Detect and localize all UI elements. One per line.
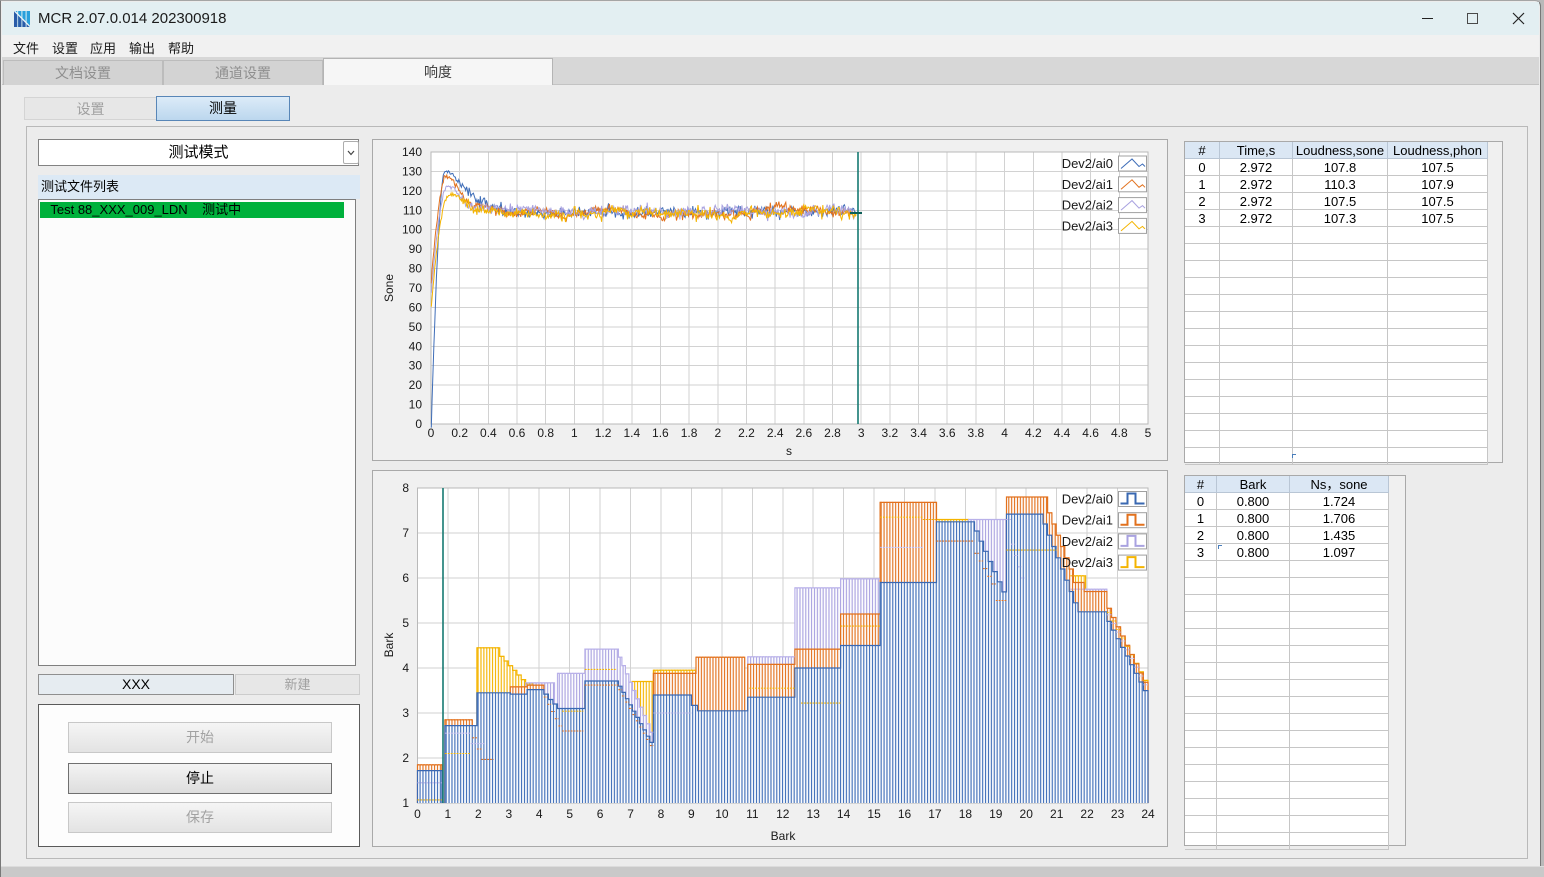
svg-text:8: 8 — [658, 807, 665, 821]
svg-text:7: 7 — [402, 526, 409, 540]
svg-text:4: 4 — [1001, 426, 1008, 440]
svg-text:20: 20 — [1020, 807, 1034, 821]
svg-text:140: 140 — [402, 145, 422, 159]
svg-text:2: 2 — [475, 807, 482, 821]
svg-text:13: 13 — [807, 807, 821, 821]
svg-text:21: 21 — [1050, 807, 1064, 821]
svg-text:2.2: 2.2 — [738, 426, 755, 440]
svg-text:1: 1 — [402, 796, 409, 810]
svg-text:Dev2/ai0: Dev2/ai0 — [1062, 156, 1113, 171]
svg-text:0: 0 — [428, 426, 435, 440]
svg-text:s: s — [786, 444, 792, 458]
svg-text:4: 4 — [402, 661, 409, 675]
svg-text:Dev2/ai2: Dev2/ai2 — [1062, 534, 1113, 549]
svg-text:20: 20 — [409, 378, 423, 392]
svg-text:7: 7 — [627, 807, 634, 821]
svg-text:2.6: 2.6 — [795, 426, 812, 440]
svg-text:Dev2/ai3: Dev2/ai3 — [1062, 218, 1113, 233]
svg-text:1.8: 1.8 — [681, 426, 698, 440]
svg-text:90: 90 — [409, 242, 423, 256]
svg-text:60: 60 — [409, 300, 423, 314]
svg-text:15: 15 — [867, 807, 881, 821]
svg-text:Sone: Sone — [382, 274, 396, 302]
svg-text:1: 1 — [445, 807, 452, 821]
svg-text:12: 12 — [776, 807, 790, 821]
svg-text:1.6: 1.6 — [652, 426, 669, 440]
svg-text:Dev2/ai1: Dev2/ai1 — [1062, 177, 1113, 192]
svg-text:0: 0 — [415, 417, 422, 431]
svg-text:24: 24 — [1141, 807, 1155, 821]
svg-text:0.2: 0.2 — [451, 426, 468, 440]
svg-text:1: 1 — [571, 426, 578, 440]
svg-text:4.8: 4.8 — [1111, 426, 1128, 440]
svg-text:70: 70 — [409, 281, 423, 295]
svg-text:9: 9 — [688, 807, 695, 821]
svg-text:130: 130 — [402, 164, 422, 178]
svg-text:Dev2/ai3: Dev2/ai3 — [1062, 555, 1113, 570]
svg-text:3.4: 3.4 — [910, 426, 927, 440]
svg-text:22: 22 — [1080, 807, 1094, 821]
svg-text:Dev2/ai1: Dev2/ai1 — [1062, 513, 1113, 528]
svg-text:14: 14 — [837, 807, 851, 821]
svg-text:1.4: 1.4 — [623, 426, 640, 440]
svg-text:3: 3 — [505, 807, 512, 821]
svg-text:50: 50 — [409, 320, 423, 334]
svg-text:0.4: 0.4 — [480, 426, 497, 440]
svg-text:4.4: 4.4 — [1054, 426, 1071, 440]
svg-text:3: 3 — [858, 426, 865, 440]
svg-text:8: 8 — [402, 481, 409, 495]
svg-text:3.6: 3.6 — [939, 426, 956, 440]
svg-text:3: 3 — [402, 706, 409, 720]
svg-text:2.8: 2.8 — [824, 426, 841, 440]
svg-text:4.6: 4.6 — [1082, 426, 1099, 440]
svg-text:3.2: 3.2 — [882, 426, 899, 440]
svg-text:1.2: 1.2 — [595, 426, 612, 440]
svg-text:11: 11 — [746, 807, 759, 821]
svg-text:Dev2/ai0: Dev2/ai0 — [1062, 492, 1113, 507]
svg-text:100: 100 — [402, 223, 422, 237]
svg-text:18: 18 — [959, 807, 973, 821]
svg-text:2: 2 — [402, 751, 409, 765]
svg-text:10: 10 — [715, 807, 729, 821]
svg-text:30: 30 — [409, 359, 423, 373]
svg-text:Bark: Bark — [382, 632, 396, 658]
svg-text:5: 5 — [402, 616, 409, 630]
svg-text:120: 120 — [402, 184, 422, 198]
svg-text:16: 16 — [898, 807, 912, 821]
svg-text:0.8: 0.8 — [537, 426, 554, 440]
svg-text:40: 40 — [409, 339, 423, 353]
svg-text:4.2: 4.2 — [1025, 426, 1042, 440]
svg-text:0.6: 0.6 — [509, 426, 526, 440]
svg-text:2.4: 2.4 — [767, 426, 784, 440]
svg-text:5: 5 — [1145, 426, 1152, 440]
svg-text:5: 5 — [566, 807, 573, 821]
svg-text:110: 110 — [403, 203, 422, 217]
svg-text:4: 4 — [536, 807, 543, 821]
svg-text:10: 10 — [409, 398, 423, 412]
svg-text:6: 6 — [597, 807, 604, 821]
svg-text:80: 80 — [409, 262, 423, 276]
svg-text:6: 6 — [402, 571, 409, 585]
svg-text:2: 2 — [714, 426, 721, 440]
svg-text:Bark: Bark — [771, 829, 797, 843]
svg-text:19: 19 — [989, 807, 1003, 821]
svg-text:23: 23 — [1111, 807, 1125, 821]
svg-text:Dev2/ai2: Dev2/ai2 — [1062, 198, 1113, 213]
svg-text:17: 17 — [928, 807, 942, 821]
svg-text:3.8: 3.8 — [968, 426, 985, 440]
svg-text:0: 0 — [414, 807, 421, 821]
